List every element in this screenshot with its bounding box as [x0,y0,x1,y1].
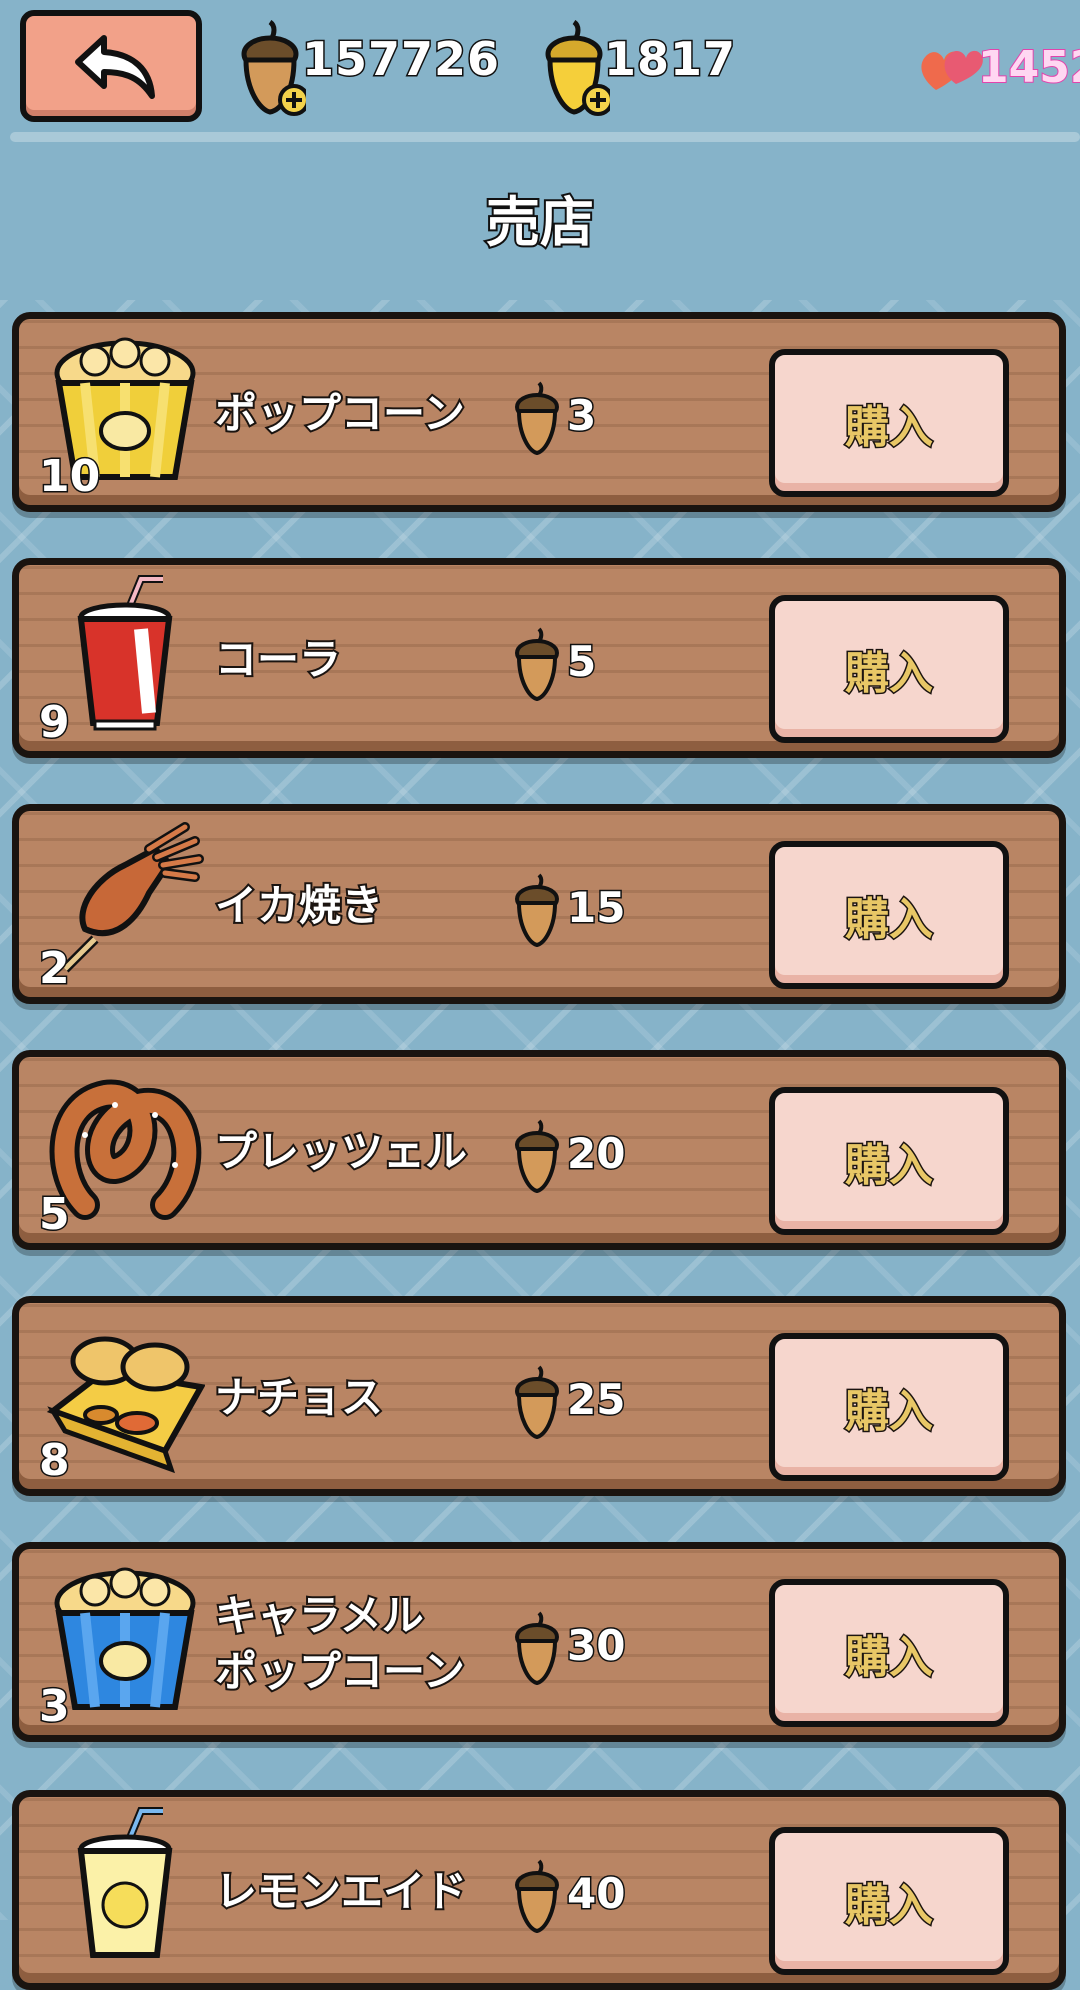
buy-button[interactable]: 購入 [769,1333,1009,1481]
item-name: レモンエイド [213,1865,469,1918]
item-price-value: 25 [565,1374,626,1426]
buy-button[interactable]: 購入 [769,595,1009,743]
item-price-value: 5 [565,636,597,688]
item-quantity: 9 [38,696,72,750]
item-name: コーラ [213,633,343,686]
lemonade-icon [77,1807,173,1958]
acorn-price-icon [515,873,559,948]
buy-button[interactable]: 購入 [769,349,1009,497]
buy-button[interactable]: 購入 [769,1579,1009,1727]
item-quantity: 10 [37,450,101,504]
item-name: ナチョス [213,1371,385,1424]
item-quantity: 3 [38,1680,72,1734]
shop-item: 5 プレッツェル 20 購入 [12,1050,1066,1250]
item-price-value: 40 [565,1868,626,1920]
shop-list: 10 ポップコーン 3 購入 9 コーラ 5 購入 2 イカ焼き 15 購入 5… [0,0,1080,1990]
buy-button[interactable]: 購入 [769,841,1009,989]
acorn-price-icon [515,1119,559,1194]
item-price-value: 20 [565,1128,626,1180]
acorn-price-icon [515,381,559,456]
item-price-value: 3 [565,390,597,442]
item-name-line1: キャラメル [213,1589,426,1642]
item-quantity: 2 [38,942,72,996]
item-quantity: 5 [38,1188,72,1242]
acorn-price-icon [515,1859,559,1934]
item-name-line2: ポップコーン [213,1645,467,1698]
buy-button[interactable]: 購入 [769,1827,1009,1975]
item-name: ポップコーン [213,387,467,440]
acorn-price-icon [515,1365,559,1440]
item-price-value: 30 [565,1620,626,1672]
shop-item: 3 キャラメル ポップコーン 30 購入 [12,1542,1066,1742]
item-price-value: 15 [565,882,626,934]
item-name: イカ焼き [213,879,385,932]
shop-item: 8 ナチョス 25 購入 [12,1296,1066,1496]
item-quantity: 8 [38,1434,72,1488]
acorn-price-icon [515,1611,559,1686]
shop-item: レモンエイド 40 購入 [12,1790,1066,1990]
shop-item: 9 コーラ 5 購入 [12,558,1066,758]
acorn-price-icon [515,627,559,702]
buy-button[interactable]: 購入 [769,1087,1009,1235]
shop-item: 10 ポップコーン 3 購入 [12,312,1066,512]
shop-item: 2 イカ焼き 15 購入 [12,804,1066,1004]
item-name: プレッツェル [213,1125,469,1178]
